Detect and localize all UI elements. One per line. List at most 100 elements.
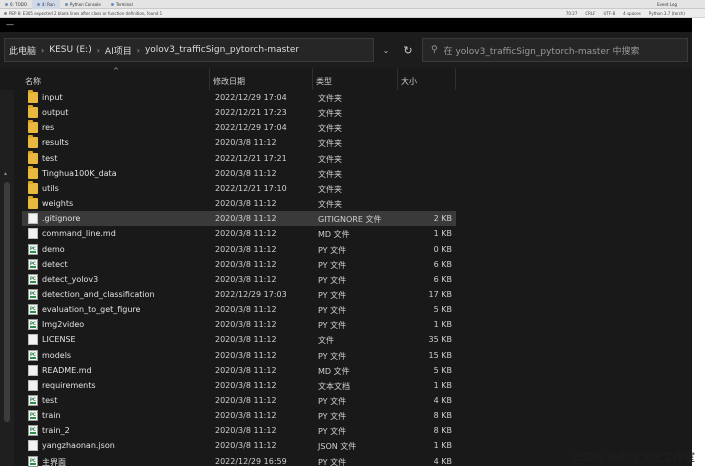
file-size: 1 KB [433, 380, 452, 390]
file-name: train_2 [42, 426, 70, 436]
file-type: 文件夹 [318, 184, 342, 194]
file-name: train [42, 411, 61, 421]
warning-icon [4, 11, 7, 15]
file-type: 文件夹 [318, 139, 342, 149]
file-row[interactable]: command_line.md 2020/3/8 11:12 MD 文件 1 KB [22, 226, 456, 241]
file-size: 6 KB [433, 259, 452, 269]
file-row[interactable]: .gitignore 2020/3/8 11:12 GITIGNORE 文件 2 KB [22, 211, 456, 227]
address-history-dropdown[interactable]: ⌄ [378, 38, 394, 62]
python-file-icon [28, 455, 38, 467]
python-file-icon [28, 410, 38, 422]
file-type: 文件夹 [318, 124, 342, 134]
file-date-modified: 2022/12/29 17:04 [215, 123, 287, 133]
file-row[interactable]: train_2 2020/3/8 11:12 PY 文件 8 KB [22, 423, 456, 438]
status-encoding[interactable]: UTF-8 [603, 11, 615, 16]
file-name: LICENSE [42, 335, 76, 345]
file-row[interactable]: detect 2020/3/8 11:12 PY 文件 6 KB [22, 257, 456, 272]
ide-tab-todo[interactable]: 6: TODO [0, 0, 32, 9]
file-row[interactable]: LICENSE 2020/3/8 11:12 文件 35 KB [22, 332, 456, 347]
file-row[interactable]: results 2020/3/8 11:12 文件夹 [22, 135, 456, 150]
file-size: 8 KB [433, 411, 452, 421]
file-name: test [42, 153, 58, 163]
file-row[interactable]: 主界面 2022/12/29 16:59 PY 文件 4 KB [22, 454, 456, 469]
file-name: requirements [42, 380, 96, 390]
ide-tab-terminal[interactable]: Terminal [106, 0, 138, 9]
search-input[interactable]: ⚲ 在 yolov3_trafficSign_pytorch-master 中搜… [422, 38, 688, 62]
breadcrumb-drive[interactable]: KESU (E:) [49, 45, 92, 55]
scrollbar-thumb[interactable] [4, 182, 10, 422]
file-size: 1 KB [433, 320, 452, 330]
file-explorer-window: — 此电脑 › KESU (E:) › AI项目 › yolov3_traffi… [0, 18, 692, 469]
column-name[interactable]: 名称 [22, 68, 210, 90]
file-row[interactable]: test 2020/3/8 11:12 PY 文件 4 KB [22, 393, 456, 408]
status-cursor-position[interactable]: 70:27 [566, 11, 578, 16]
python-file-icon [28, 425, 38, 437]
file-row[interactable]: input 2022/12/29 17:04 文件夹 [22, 90, 456, 105]
address-bar[interactable]: 此电脑 › KESU (E:) › AI项目 › yolov3_trafficS… [4, 38, 374, 62]
file-row[interactable]: models 2020/3/8 11:12 PY 文件 15 KB [22, 348, 456, 363]
file-row[interactable]: Img2video 2020/3/8 11:12 PY 文件 1 KB [22, 317, 456, 332]
file-size: 17 KB [428, 289, 452, 299]
file-date-modified: 2020/3/8 11:12 [215, 168, 277, 178]
navigation-pane-scrollbar[interactable]: ▴ [0, 90, 14, 466]
breadcrumb-ai-project[interactable]: AI项目 [105, 44, 132, 57]
ide-tab-run[interactable]: 4: Run [31, 0, 60, 9]
file-type: PY 文件 [318, 321, 347, 331]
ide-status-bar: PEP 8: E305 expected 2 blank lines after… [0, 9, 705, 18]
file-icon [28, 334, 38, 346]
file-type: 文件 [318, 336, 334, 346]
watermark: CSDN @卧龙文化工作室 [572, 451, 695, 464]
file-size: 5 KB [433, 365, 452, 375]
file-type: 文件夹 [318, 200, 342, 210]
file-type: JSON 文件 [318, 442, 357, 452]
column-date-modified[interactable]: 修改日期 [210, 68, 313, 90]
file-size: 1 KB [433, 229, 452, 239]
scroll-up-icon[interactable]: ▴ [4, 170, 7, 177]
file-icon [28, 379, 38, 391]
file-row[interactable]: demo 2020/3/8 11:12 PY 文件 0 KB [22, 242, 456, 257]
python-file-icon [28, 243, 38, 255]
address-row: 此电脑 › KESU (E:) › AI项目 › yolov3_trafficS… [0, 32, 692, 68]
file-row[interactable]: res 2022/12/29 17:04 文件夹 [22, 120, 456, 135]
file-type: PY 文件 [318, 260, 347, 270]
file-name: output [42, 108, 69, 118]
breadcrumb-current-folder[interactable]: yolov3_trafficSign_pytorch-master [145, 45, 299, 55]
ide-tab-python-console[interactable]: Python Console [60, 0, 106, 9]
file-row[interactable]: detect_yolov3 2020/3/8 11:12 PY 文件 6 KB [22, 272, 456, 287]
file-name: detection_and_classification [42, 289, 155, 299]
file-type: PY 文件 [318, 412, 347, 422]
minimize-glyph: — [6, 20, 14, 29]
file-row[interactable]: train 2020/3/8 11:12 PY 文件 8 KB [22, 408, 456, 423]
breadcrumb-this-pc[interactable]: 此电脑 [9, 44, 36, 57]
file-row[interactable]: README.md 2020/3/8 11:12 MD 文件 5 KB [22, 363, 456, 378]
refresh-button[interactable]: ↻ [398, 38, 418, 62]
chevron-right-icon[interactable]: › [137, 46, 140, 55]
file-name: README.md [42, 365, 92, 375]
chevron-right-icon[interactable]: › [97, 46, 100, 55]
file-row[interactable]: test 2022/12/21 17:21 文件夹 [22, 150, 456, 166]
file-name: yangzhaonan.json [42, 441, 115, 451]
file-row[interactable]: yangzhaonan.json 2020/3/8 11:12 JSON 文件 1 K… [22, 438, 456, 453]
file-type: PY 文件 [318, 397, 347, 406]
search-placeholder: 在 yolov3_trafficSign_pytorch-master 中搜索 [443, 46, 640, 57]
file-type: 文件夹 [318, 109, 342, 119]
status-indent[interactable]: 4 spaces [623, 11, 641, 16]
status-line-separator[interactable]: CRLF [585, 11, 595, 16]
file-row[interactable]: weights 2020/3/8 11:12 文件夹 [22, 196, 456, 211]
event-log-button[interactable]: Event Log [655, 0, 677, 9]
file-type: 文件夹 [318, 169, 342, 179]
file-size: 0 KB [433, 244, 452, 254]
file-type: PY 文件 [318, 351, 347, 361]
column-size[interactable]: 大小 [398, 68, 456, 90]
chevron-right-icon[interactable]: › [41, 46, 44, 55]
status-interpreter[interactable]: Python 3.7 (torch) [649, 11, 685, 16]
file-row[interactable]: evaluation_to_get_figure 2020/3/8 11:12 PY… [22, 302, 456, 317]
column-header: ^ 名称 修改日期 类型 大小 [0, 67, 692, 90]
file-row[interactable]: output 2022/12/21 17:23 文件夹 [22, 105, 456, 120]
file-row[interactable]: detection_and_classification 2022/12/29 1… [22, 287, 456, 302]
column-type[interactable]: 类型 [313, 68, 398, 90]
file-row[interactable]: requirements 2020/3/8 11:12 文本文档 1 KB [22, 378, 456, 393]
file-name: command_line.md [42, 229, 116, 239]
file-row[interactable]: Tinghua100K_data 2020/3/8 11:12 文件夹 [22, 165, 456, 181]
file-row[interactable]: utils 2022/12/21 17:10 文件夹 [22, 180, 456, 196]
